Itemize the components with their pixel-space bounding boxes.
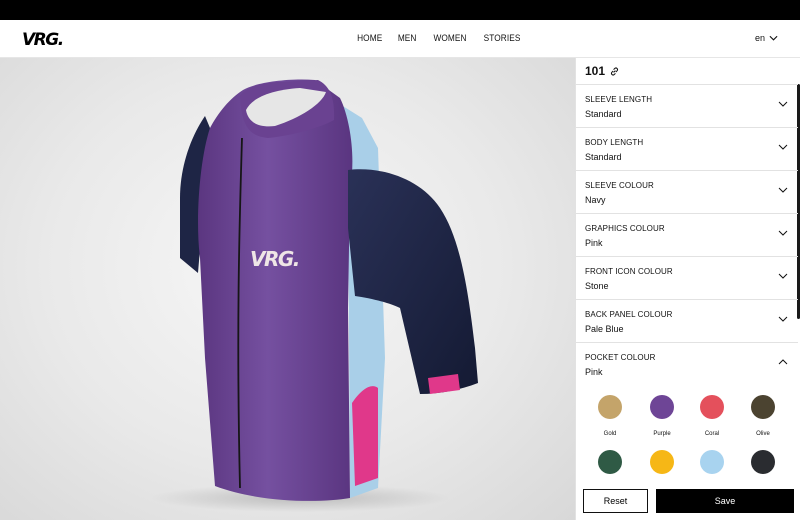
option-body-length[interactable]: BODY LENGTH Standard <box>576 127 798 170</box>
swatch-dot <box>751 450 775 474</box>
swatch-dot <box>700 450 724 474</box>
option-label: SLEEVE LENGTH <box>585 95 653 104</box>
language-label: en <box>754 33 765 43</box>
option-value: Standard <box>585 109 622 119</box>
nav-women[interactable]: WOMEN <box>433 33 466 43</box>
jersey-render: VRG. <box>150 79 478 512</box>
swatch-dot <box>650 450 674 474</box>
swatch-pale-blue[interactable] <box>687 450 737 474</box>
chevron-down-icon <box>778 101 788 107</box>
link-icon[interactable] <box>609 66 620 77</box>
chevron-down-icon <box>778 273 788 279</box>
option-label: BACK PANEL COLOUR <box>585 310 673 319</box>
chevron-down-icon <box>769 35 778 41</box>
swatch-dot <box>650 395 674 419</box>
jersey-chest-logo: VRG. <box>250 247 299 271</box>
swatch-name: Gold <box>603 431 617 437</box>
option-label: POCKET COLOUR <box>585 353 656 362</box>
top-black-bar <box>0 0 800 20</box>
option-value: Standard <box>585 152 622 162</box>
option-label: SLEEVE COLOUR <box>585 181 654 190</box>
chevron-down-icon <box>778 187 788 193</box>
nav-stories[interactable]: STORIES <box>483 33 520 43</box>
chevron-down-icon <box>778 230 788 236</box>
reset-button[interactable]: Reset <box>583 489 648 513</box>
swatch-coral[interactable]: Coral <box>687 395 737 437</box>
main-nav: HOME MEN WOMEN STORIES <box>356 33 522 43</box>
swatch-yellow[interactable] <box>637 450 687 474</box>
swatch-olive[interactable]: Olive <box>738 395 788 437</box>
option-value: Pink <box>585 367 603 377</box>
swatch-black[interactable] <box>738 450 788 474</box>
option-pocket-colour[interactable]: POCKET COLOUR Pink <box>576 342 798 385</box>
chevron-up-icon <box>778 359 788 365</box>
option-label: BODY LENGTH <box>585 138 644 147</box>
swatch-dot <box>598 395 622 419</box>
chevron-down-icon <box>778 316 788 322</box>
language-selector[interactable]: en <box>755 33 778 43</box>
jersey-body <box>198 79 353 501</box>
swatch-green[interactable] <box>585 450 635 474</box>
option-list: SLEEVE LENGTH Standard BODY LENGTH Stand… <box>576 84 798 385</box>
option-sleeve-length[interactable]: SLEEVE LENGTH Standard <box>576 84 798 127</box>
swatch-name: Olive <box>756 431 770 437</box>
swatch-dot <box>700 395 724 419</box>
option-sleeve-colour[interactable]: SLEEVE COLOUR Navy <box>576 170 798 213</box>
option-value: Pale Blue <box>585 324 624 334</box>
nav-men[interactable]: MEN <box>398 33 417 43</box>
swatch-gold[interactable]: Gold <box>585 395 635 437</box>
panel-actions: Reset Save <box>576 483 800 520</box>
chevron-down-icon <box>778 144 788 150</box>
jersey-3d-viewer[interactable]: VRG. <box>0 58 575 520</box>
option-value: Pink <box>585 238 603 248</box>
option-label: GRAPHICS COLOUR <box>585 224 665 233</box>
brand-logo[interactable]: VRG. <box>22 30 64 50</box>
option-value: Stone <box>585 281 609 291</box>
option-label: FRONT ICON COLOUR <box>585 267 673 276</box>
site-header: VRG. HOME MEN WOMEN STORIES en <box>0 20 800 58</box>
swatch-dot <box>751 395 775 419</box>
option-front-icon-colour[interactable]: FRONT ICON COLOUR Stone <box>576 256 798 299</box>
swatch-purple[interactable]: Purple <box>637 395 687 437</box>
design-id-number: 101 <box>585 64 606 78</box>
option-graphics-colour[interactable]: GRAPHICS COLOUR Pink <box>576 213 798 256</box>
option-back-panel-colour[interactable]: BACK PANEL COLOUR Pale Blue <box>576 299 798 342</box>
swatch-name: Coral <box>704 431 720 437</box>
design-id: 101 <box>585 64 620 78</box>
swatch-dot <box>598 450 622 474</box>
nav-home[interactable]: HOME <box>357 33 382 43</box>
save-button[interactable]: Save <box>656 489 794 513</box>
swatch-name: Purple <box>653 431 671 437</box>
side-graphic <box>352 386 378 486</box>
option-value: Navy <box>585 195 606 205</box>
customizer-panel: 101 SLEEVE LENGTH Standard BODY LENGTH S… <box>575 58 800 520</box>
